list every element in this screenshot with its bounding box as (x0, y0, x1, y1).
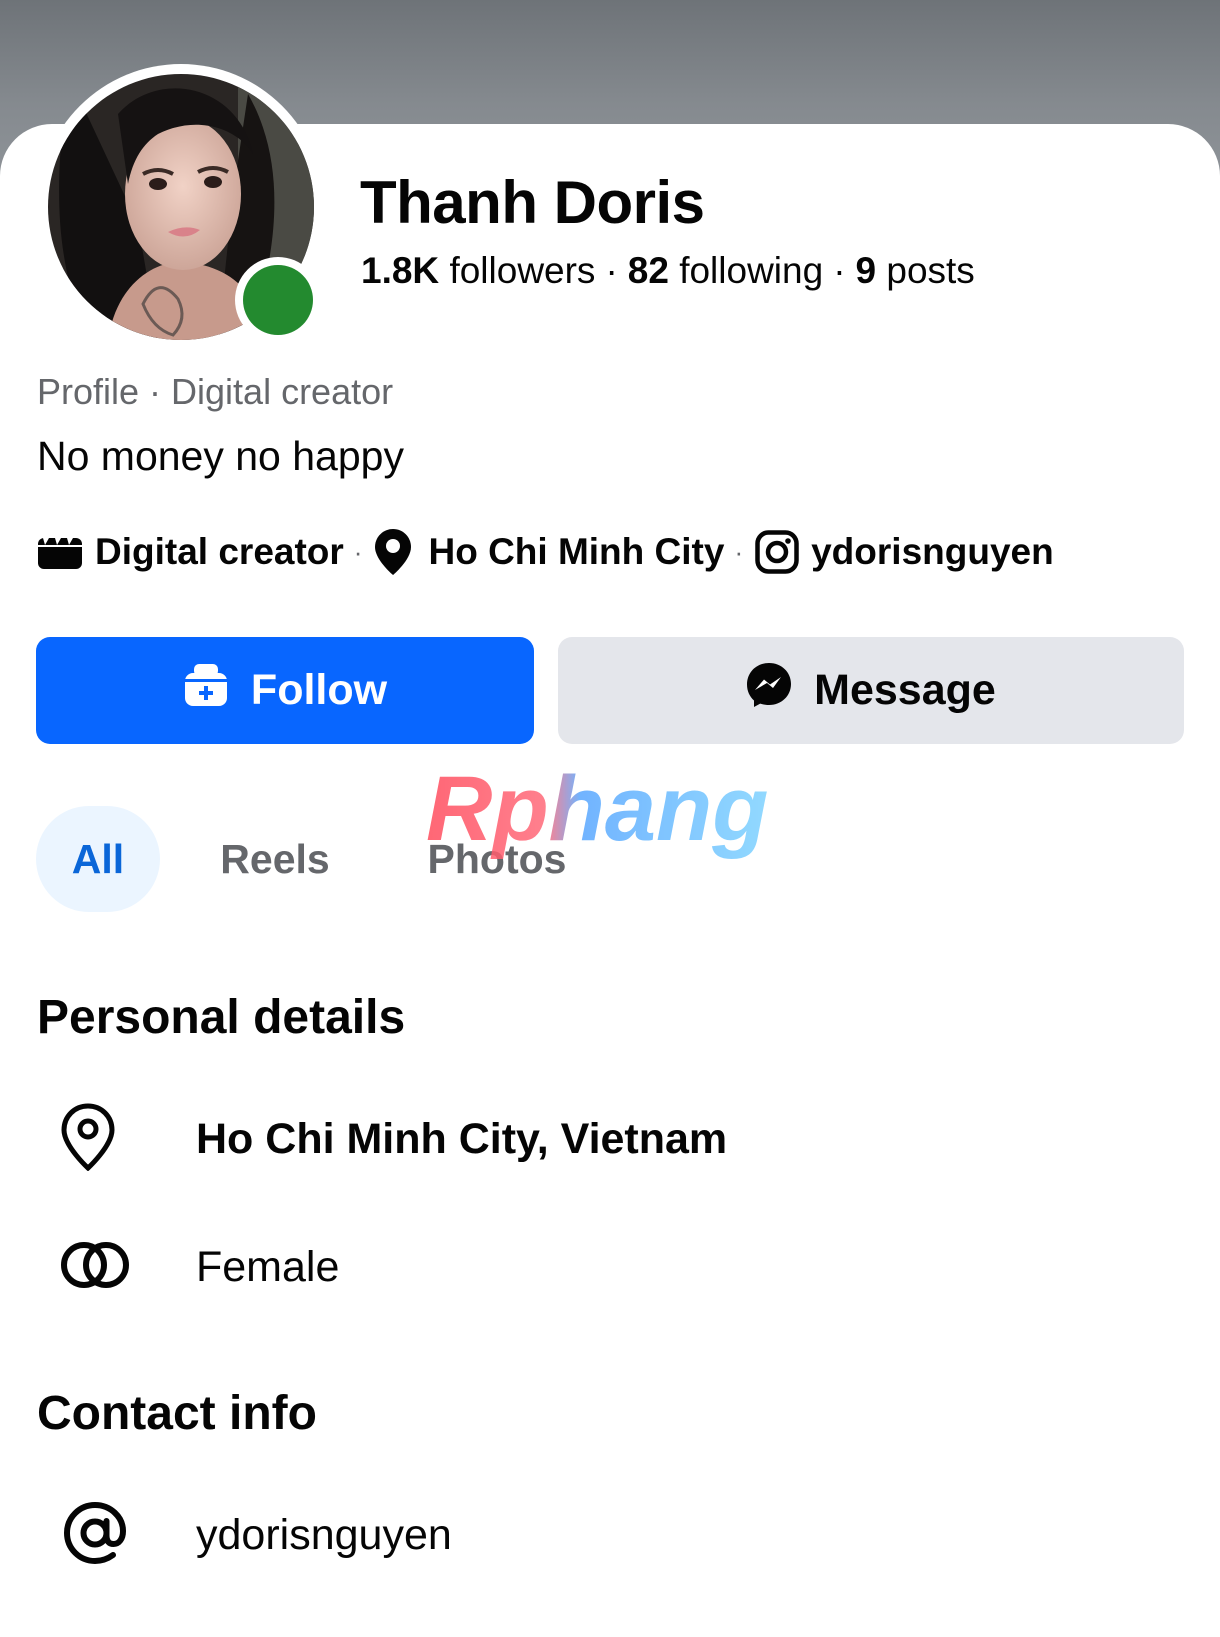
profile-meta-row: Digital creator · Ho Chi Minh City · ydo… (37, 527, 1054, 577)
stats-separator: · (605, 250, 618, 291)
profile-name: Thanh Doris (360, 169, 705, 236)
posts-stat[interactable]: 9 posts (856, 250, 975, 291)
location-pin-icon (60, 1102, 116, 1176)
gender-rings-icon (60, 1239, 130, 1296)
personal-details-title: Personal details (37, 991, 406, 1044)
at-sign-icon (60, 1498, 130, 1573)
posts-count: 9 (855, 250, 877, 291)
online-status-indicator (235, 257, 321, 343)
tab-reels[interactable]: Reels (210, 806, 340, 912)
detail-location-row[interactable]: Ho Chi Minh City, Vietnam (60, 1099, 1160, 1179)
contact-info-title: Contact info (37, 1387, 317, 1440)
profile-stats: 1.8K followers · 82 following · 9 posts (361, 250, 975, 292)
followers-count: 1.8K (361, 250, 440, 291)
stats-separator: · (833, 250, 846, 291)
contact-username-row[interactable]: ydorisnguyen (60, 1495, 1160, 1575)
posts-label: posts (886, 250, 975, 291)
tab-photos[interactable]: Photos (422, 806, 572, 912)
meta-separator: · (353, 536, 363, 567)
instagram-handle-link[interactable]: ydorisnguyen (811, 531, 1054, 573)
meta-separator: · (734, 536, 744, 567)
follow-label: Follow (250, 666, 388, 714)
clapperboard-icon (37, 534, 83, 570)
messenger-icon (746, 662, 792, 719)
contact-username-value: ydorisnguyen (196, 1510, 452, 1559)
instagram-icon (755, 530, 799, 574)
message-button[interactable]: Message (558, 637, 1184, 744)
message-label: Message (814, 666, 996, 714)
location-label[interactable]: Ho Chi Minh City (428, 531, 724, 573)
profile-subtitle: Profile · Digital creator (37, 371, 394, 412)
follow-button[interactable]: Follow (36, 637, 534, 744)
category-label: Digital creator (95, 531, 344, 572)
detail-gender-value: Female (196, 1242, 340, 1291)
detail-gender-row: Female (60, 1227, 1160, 1307)
following-count: 82 (627, 250, 669, 291)
followers-stat[interactable]: 1.8K followers (361, 250, 595, 291)
following-label: following (679, 250, 824, 291)
map-pin-icon (374, 528, 412, 576)
following-stat[interactable]: 82 following (628, 250, 823, 291)
followers-label: followers (449, 250, 596, 291)
follow-icon (183, 662, 229, 719)
tab-all[interactable]: All (36, 806, 160, 912)
detail-location-value: Ho Chi Minh City, Vietnam (196, 1114, 728, 1163)
profile-bio: No money no happy (37, 433, 404, 479)
